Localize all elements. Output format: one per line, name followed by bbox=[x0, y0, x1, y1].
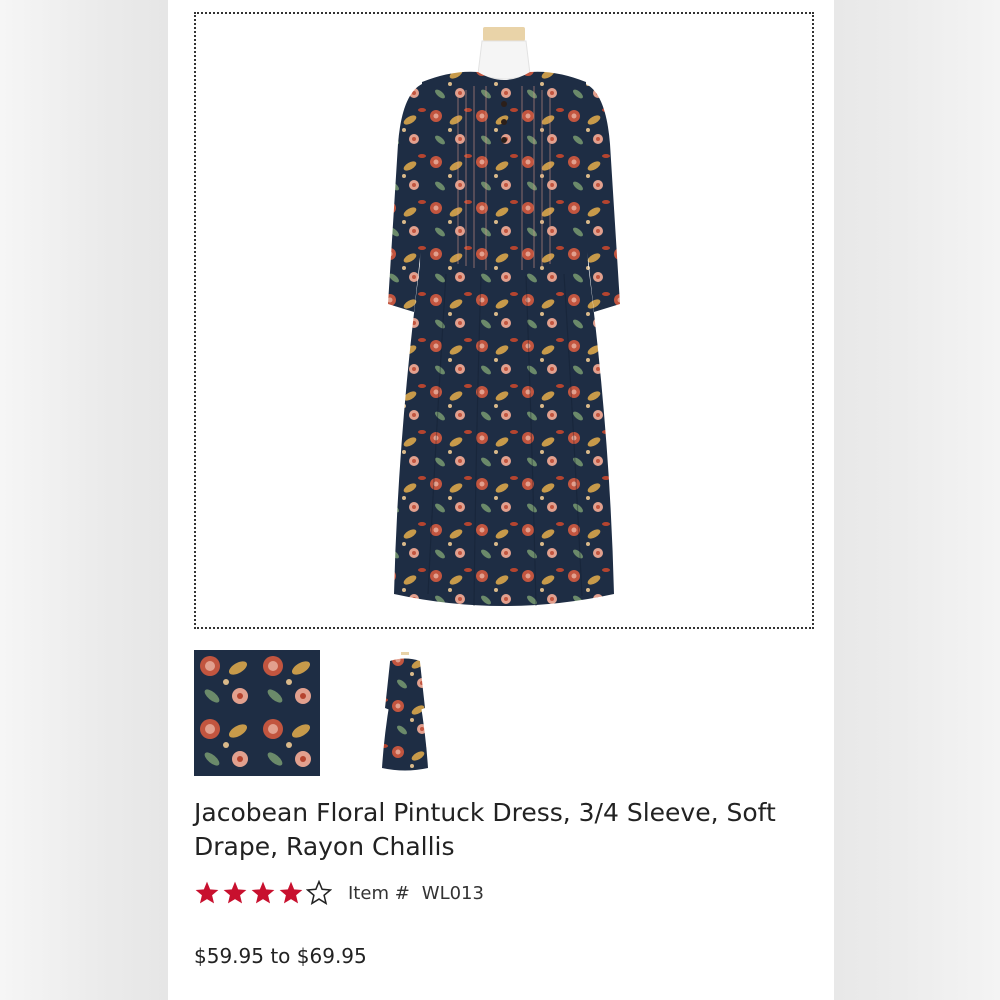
product-title: Jacobean Floral Pintuck Dress, 3/4 Sleev… bbox=[194, 798, 776, 861]
background-right bbox=[834, 0, 1000, 1000]
star-empty-icon bbox=[306, 880, 332, 906]
price-range: $59.95 to $69.95 bbox=[194, 944, 367, 968]
mannequin-top bbox=[483, 27, 525, 41]
dress-illustration bbox=[388, 27, 620, 607]
product-page: Jacobean Floral Pintuck Dress, 3/4 Sleev… bbox=[168, 0, 834, 1000]
star-filled-icon bbox=[251, 881, 275, 904]
item-number-value: WL013 bbox=[421, 882, 484, 904]
thumbnail-strip bbox=[194, 650, 814, 776]
thumbnail-full-dress[interactable] bbox=[342, 650, 468, 776]
main-product-image[interactable] bbox=[194, 12, 814, 629]
star-filled-icon bbox=[195, 881, 219, 904]
star-filled-icon bbox=[279, 881, 303, 904]
item-number-label: Item # bbox=[348, 882, 410, 904]
star-rating[interactable] bbox=[194, 880, 332, 906]
star-filled-icon bbox=[223, 881, 247, 904]
thumbnail-fabric-closeup[interactable] bbox=[194, 650, 320, 776]
rating-row: Item # WL013 bbox=[194, 878, 484, 908]
background-left bbox=[0, 0, 168, 1000]
